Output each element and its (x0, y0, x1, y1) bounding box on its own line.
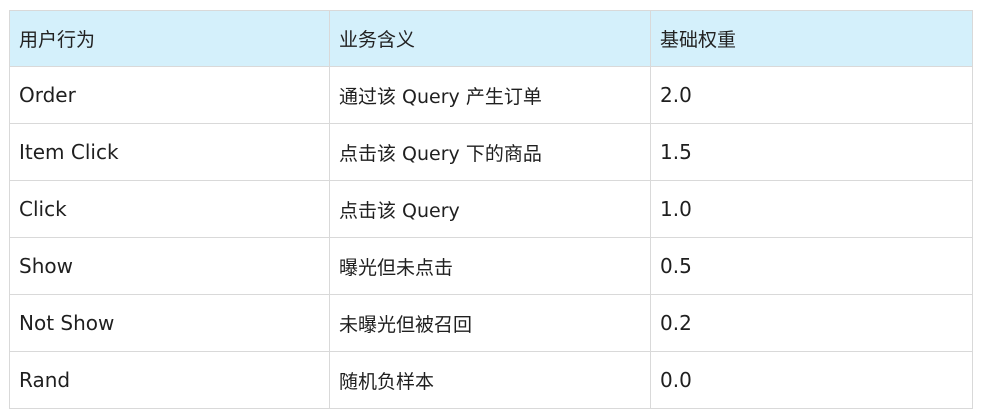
cell-behavior: Rand (9, 351, 330, 409)
cell-meaning: 点击该 Query (329, 180, 651, 238)
behavior-weight-table: 用户行为 业务含义 基础权重 Order 通过该 Query 产生订单 2.0 … (9, 10, 973, 409)
table-row: Item Click 点击该 Query 下的商品 1.5 (9, 123, 973, 181)
cell-weight: 0.5 (650, 237, 973, 295)
cell-weight: 1.0 (650, 180, 973, 238)
cell-behavior: Not Show (9, 294, 330, 352)
table-row: Not Show 未曝光但被召回 0.2 (9, 294, 973, 352)
cell-behavior: Item Click (9, 123, 330, 181)
table-row: Show 曝光但未点击 0.5 (9, 237, 973, 295)
table-row: Order 通过该 Query 产生订单 2.0 (9, 66, 973, 124)
cell-behavior: Show (9, 237, 330, 295)
cell-weight: 0.0 (650, 351, 973, 409)
table-row: Rand 随机负样本 0.0 (9, 351, 973, 409)
table-header: 用户行为 业务含义 基础权重 (9, 10, 973, 67)
cell-meaning: 未曝光但被召回 (329, 294, 651, 352)
cell-weight: 2.0 (650, 66, 973, 124)
cell-meaning: 通过该 Query 产生订单 (329, 66, 651, 124)
cell-meaning: 点击该 Query 下的商品 (329, 123, 651, 181)
header-behavior: 用户行为 (9, 10, 330, 67)
table-row: Click 点击该 Query 1.0 (9, 180, 973, 238)
table-body: Order 通过该 Query 产生订单 2.0 Item Click 点击该 … (9, 66, 973, 409)
cell-meaning: 随机负样本 (329, 351, 651, 409)
header-row: 用户行为 业务含义 基础权重 (9, 10, 973, 67)
header-weight: 基础权重 (650, 10, 973, 67)
cell-weight: 1.5 (650, 123, 973, 181)
cell-meaning: 曝光但未点击 (329, 237, 651, 295)
header-meaning: 业务含义 (329, 10, 651, 67)
cell-behavior: Click (9, 180, 330, 238)
cell-behavior: Order (9, 66, 330, 124)
cell-weight: 0.2 (650, 294, 973, 352)
cropped-caption-fragment (545, 407, 890, 414)
